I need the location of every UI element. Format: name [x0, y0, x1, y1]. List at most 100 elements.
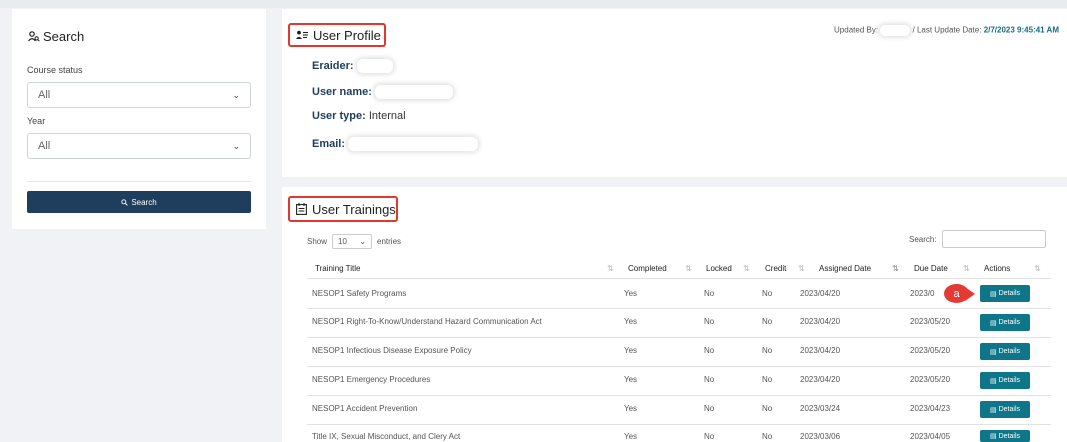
user-profile-title: User Profile: [313, 27, 381, 43]
sort-icon[interactable]: ⇅: [743, 264, 750, 273]
sort-icon[interactable]: ⇅: [798, 264, 805, 273]
details-icon: ▤: [989, 319, 997, 327]
row-4-title: NESOP1 Emergency Procedures: [312, 375, 431, 384]
row-6-title: Title IX, Sexual Misconduct, and Clery A…: [312, 432, 461, 441]
row-4-details-button[interactable]: ▤ Details: [980, 372, 1030, 389]
year-value: All: [38, 140, 51, 152]
row-3-details-button[interactable]: ▤ Details: [980, 343, 1030, 360]
details-label: Details: [998, 432, 1021, 440]
sort-icon[interactable]: ⇅: [892, 264, 899, 273]
user-type-value: Internal: [368, 110, 406, 122]
search-panel-title-text: Search: [43, 29, 85, 44]
sort-icon[interactable]: ⇅: [607, 264, 614, 273]
annotation-marker-label: a: [953, 287, 960, 300]
year-label: Year: [27, 116, 46, 126]
chevron-down-icon: ⌄: [232, 141, 240, 151]
row-3-due-date: 2023/05/20: [910, 346, 951, 355]
year-select[interactable]: All ⌄: [27, 133, 251, 159]
chevron-down-icon: ⌄: [232, 90, 240, 100]
user-trainings-title: User Trainings: [312, 201, 396, 217]
show-label: Show: [307, 237, 328, 246]
sort-icon[interactable]: ⇅: [685, 264, 692, 273]
header-divider: [307, 278, 1051, 279]
user-name-row: User name:: [312, 85, 453, 99]
row-4-completed: Yes: [624, 375, 638, 384]
user-list-icon: [296, 30, 308, 39]
details-label: Details: [998, 290, 1021, 297]
redacted-updated-by: [880, 25, 911, 36]
entries-value: 10: [338, 237, 347, 246]
row-5-due-date: 2023/04/23: [910, 404, 951, 413]
details-icon: ▤: [989, 433, 997, 440]
details-icon: ▤: [989, 406, 997, 414]
email-row: Email:: [312, 137, 479, 151]
row-2-details-button[interactable]: ▤ Details: [980, 314, 1030, 331]
row-5-assigned-date: 2023/03/24: [800, 404, 841, 413]
row-divider: [307, 395, 1051, 396]
sort-icon[interactable]: ⇅: [963, 264, 970, 273]
row-6-locked: No: [704, 432, 715, 441]
details-label: Details: [998, 319, 1021, 326]
row-1-completed: Yes: [624, 289, 638, 298]
row-5-locked: No: [704, 404, 715, 413]
row-1-assigned-date: 2023/04/20: [800, 289, 841, 298]
user-type-label: User type:: [312, 110, 366, 122]
row-divider: [307, 308, 1051, 309]
search-icon: [121, 198, 129, 206]
row-2-assigned-date: 2023/04/20: [800, 317, 841, 326]
row-6-details-button[interactable]: ▤ Details: [980, 430, 1030, 442]
search-button[interactable]: Search: [27, 191, 251, 213]
row-1-locked: No: [704, 289, 715, 298]
col-header-completed[interactable]: Completed: [628, 264, 667, 273]
row-4-locked: No: [704, 375, 715, 384]
row-4-credit: No: [762, 375, 773, 384]
row-6-assigned-date: 2023/03/06: [800, 432, 841, 441]
user-name-label: User name:: [312, 85, 372, 98]
row-1-details-button[interactable]: ▤ Details: [980, 285, 1030, 302]
row-3-locked: No: [704, 346, 715, 355]
entries-label: entries: [377, 237, 402, 246]
email-label: Email:: [312, 137, 346, 150]
col-header-credit[interactable]: Credit: [765, 264, 786, 273]
course-status-select[interactable]: All ⌄: [27, 82, 251, 108]
row-5-details-button[interactable]: ▤ Details: [980, 401, 1030, 418]
row-divider: [307, 366, 1051, 367]
row-3-credit: No: [762, 346, 773, 355]
calendar-list-icon: [296, 203, 307, 215]
annotation-arrow: [965, 287, 975, 301]
user-profile-panel: User Profile Updated By: / Last Update D…: [282, 9, 1067, 177]
col-header-locked[interactable]: Locked: [706, 264, 732, 273]
redacted-eraider: [356, 59, 393, 73]
table-search-label: Search:: [909, 235, 937, 244]
last-update-date: 2/7/2023 9:45:41 AM: [983, 25, 1059, 35]
row-6-completed: Yes: [624, 432, 638, 441]
entries-select[interactable]: 10 ⌄: [332, 234, 373, 249]
details-icon: ▤: [989, 290, 997, 298]
course-status-label: Course status: [27, 65, 83, 75]
redacted-user-name: [374, 85, 453, 99]
user-trainings-panel: User Trainings Show 10 ⌄ entries Search:…: [282, 187, 1067, 442]
col-header-assigned-date[interactable]: Assigned Date: [819, 264, 871, 273]
redacted-email: [348, 137, 479, 151]
sort-icon[interactable]: ⇅: [1034, 264, 1041, 273]
details-label: Details: [998, 406, 1021, 413]
top-strip: [0, 0, 1067, 8]
table-search-input[interactable]: [942, 230, 1046, 248]
col-header-actions[interactable]: Actions: [984, 264, 1010, 273]
row-5-title: NESOP1 Accident Prevention: [312, 404, 418, 413]
search-panel: Search Course status All ⌄ Year All ⌄ Se…: [12, 9, 266, 229]
divider: [27, 181, 251, 182]
col-header-title[interactable]: Training Title: [315, 264, 361, 273]
updated-by-label: Updated By:: [834, 25, 879, 35]
row-2-credit: No: [762, 317, 773, 326]
search-panel-title: Search: [28, 29, 84, 44]
user-search-icon: [28, 31, 40, 42]
last-update-label: / Last Update Date:: [912, 25, 982, 35]
details-icon: ▤: [989, 348, 997, 356]
details-label: Details: [998, 377, 1021, 384]
col-header-due-date[interactable]: Due Date: [914, 264, 948, 273]
row-2-locked: No: [704, 317, 715, 326]
eraider-row: Eraider:: [312, 59, 393, 73]
update-info: Updated By: / Last Update Date: 2/7/2023…: [834, 25, 1059, 36]
row-5-completed: Yes: [624, 404, 638, 413]
